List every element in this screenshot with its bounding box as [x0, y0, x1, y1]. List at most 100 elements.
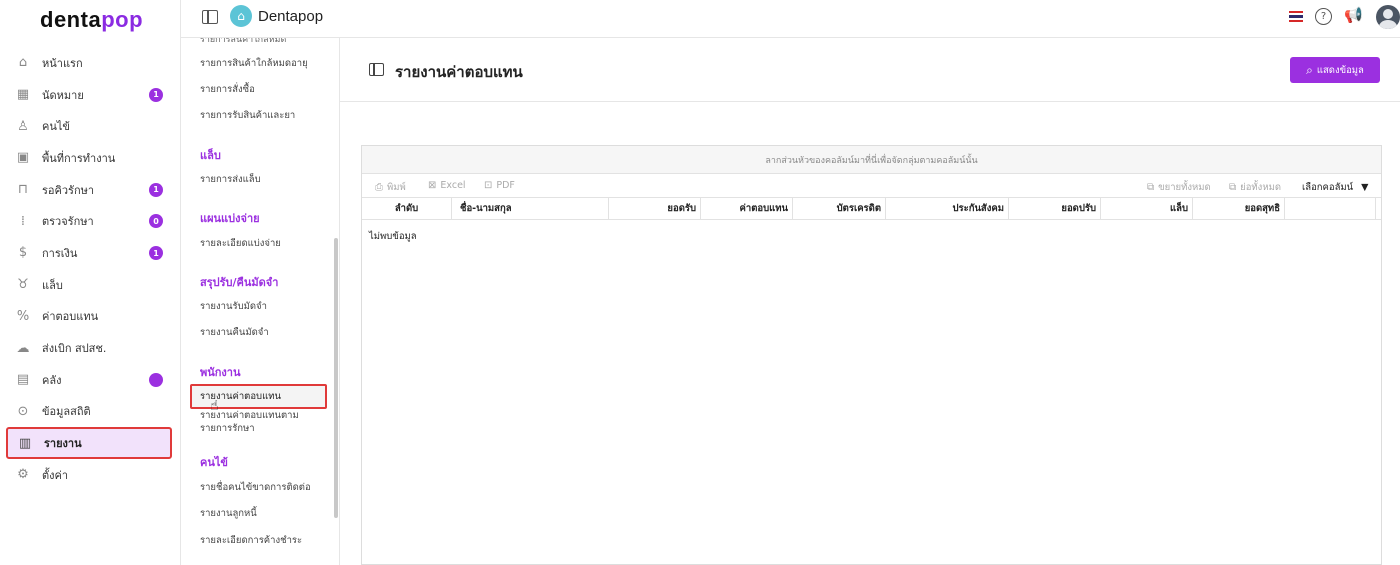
sidebar-item-reports[interactable]: ▥ รายงาน — [6, 427, 172, 459]
printer-icon: ⎙ — [375, 182, 383, 193]
submenu-link[interactable]: รายการสินค้าใกล้หมดอายุ — [200, 56, 308, 71]
sidebar: dentapop ⌂ หน้าแรก ▦ นัดหมาย 1 ♙ คนไข้ ▣ พื้น… — [0, 0, 181, 565]
sidebar-nav: ⌂ หน้าแรก ▦ นัดหมาย 1 ♙ คนไข้ ▣ พื้นที่การทำง… — [6, 47, 172, 491]
sidebar-item-finance[interactable]: $ การเงิน 1 — [6, 237, 172, 269]
collapse-all-label: ย่อทั้งหมด — [1240, 182, 1282, 193]
expand-all-button[interactable]: ⧉ ขยายทั้งหมด — [1147, 180, 1211, 195]
column-header[interactable]: ค่าตอบแทน — [701, 198, 793, 219]
sidebar-item-workspace[interactable]: ▣ พื้นที่การทำงาน — [6, 142, 172, 174]
submenu-link[interactable]: รายงานลูกหนี้ — [200, 506, 257, 521]
column-header[interactable]: แล็บ — [1101, 198, 1193, 219]
submenu-heading: สรุปรับ/คืนมัดจำ — [200, 276, 279, 289]
sidebar-item-label: รายงาน — [44, 437, 82, 451]
print-button[interactable]: ⎙ พิมพ์ — [375, 180, 406, 195]
sidebar-item-label: ตั้งค่า — [42, 468, 69, 482]
pdf-label: PDF — [496, 180, 515, 191]
submenu-link[interactable]: รายการสินค้าใกล้หมด — [200, 38, 286, 46]
sidebar-item-label: นัดหมาย — [42, 88, 84, 102]
submenu-link[interactable]: รายละเอียดแบ่งจ่าย — [200, 236, 281, 251]
box-icon: ▤ — [16, 372, 30, 388]
sidebar-item-label: ข้อมูลสถิติ — [42, 405, 91, 419]
sidebar-item-settings[interactable]: ⚙ ตั้งค่า — [6, 459, 172, 491]
expand-icon: ⧉ — [1147, 182, 1155, 193]
submenu-link[interactable]: รายการรับสินค้าและยา — [200, 108, 295, 123]
mouse-cursor-icon: ☝ — [210, 398, 219, 414]
submenu-link[interactable]: รายการสั่งซื้อ — [200, 82, 255, 97]
sidebar-item-patients[interactable]: ♙ คนไข้ — [6, 110, 172, 142]
page-title: รายงานค่าตอบแทน — [395, 63, 523, 81]
choose-columns-label: เลือกคอลัมน์ — [1302, 182, 1354, 193]
sidebar-item-lab[interactable]: ♉ แล็บ — [6, 269, 172, 301]
report-icon: ▥ — [18, 435, 32, 451]
group-panel[interactable]: ลากส่วนหัวของคอลัมน์มาที่นี่เพื่อจัดกลุ่… — [362, 146, 1381, 174]
column-header[interactable]: ยอดรับ — [609, 198, 701, 219]
pdf-button[interactable]: ⊡ PDF — [484, 180, 515, 191]
submenu-scrollbar[interactable] — [334, 238, 338, 518]
submenu-link[interactable]: รายงานคืนมัดจำ — [200, 325, 269, 340]
avatar[interactable] — [1376, 5, 1400, 29]
column-header[interactable]: บัตรเครดิต — [793, 198, 886, 219]
column-header[interactable]: ประกันสังคม — [886, 198, 1009, 219]
sidebar-item-inventory[interactable]: ▤ คลัง • — [6, 364, 172, 396]
sidebar-item-label: การเงิน — [42, 246, 78, 260]
tooth-icon: ♉ — [17, 277, 29, 293]
workspace-icon: ▣ — [16, 150, 30, 166]
grid-header-row: ลำดับ ชื่อ-นามสกุล ยอดรับ ค่าตอบแทน บัตร… — [362, 198, 1381, 220]
count-badge: 0 — [149, 214, 163, 229]
sidebar-item-statistics[interactable]: ⊙ ข้อมูลสถิติ — [6, 396, 172, 428]
sidebar-item-label: แล็บ — [42, 278, 63, 292]
submenu-link[interactable]: รายงานรับมัดจำ — [200, 299, 267, 314]
sidebar-item-appointments[interactable]: ▦ นัดหมาย 1 — [6, 79, 172, 111]
submenu-heading: แผนแบ่งจ่าย — [200, 212, 260, 225]
page-header: รายงานค่าตอบแทน ⌕ แสดงข้อมูล — [340, 39, 1400, 102]
sidebar-item-label: ตรวจรักษา — [42, 215, 94, 229]
sidebar-item-label: ส่งเบิก สปสช. — [42, 342, 107, 356]
excel-label: Excel — [440, 180, 466, 191]
sidebar-toggle-icon[interactable] — [202, 10, 218, 24]
show-data-button[interactable]: ⌕ แสดงข้อมูล — [1290, 57, 1380, 83]
sofa-icon: ⊓ — [17, 182, 29, 198]
column-header[interactable]: ชื่อ-นามสกุล — [452, 198, 609, 219]
report-submenu: รายการสินค้าใกล้หมด รายการสินค้าใกล้หมดอ… — [182, 38, 340, 565]
no-data-message: ไม่พบข้อมูล — [369, 231, 417, 242]
sidebar-item-queue[interactable]: ⊓ รอคิวรักษา 1 — [6, 174, 172, 206]
count-badge: 1 — [149, 182, 163, 197]
column-header[interactable]: ยอดปรับ — [1009, 198, 1101, 219]
column-header-empty — [1285, 198, 1376, 219]
dental-tools-icon: ⁞ — [20, 213, 26, 229]
thai-flag-icon[interactable] — [1289, 11, 1303, 22]
column-header[interactable]: ลำดับ — [362, 198, 452, 219]
panel-icon — [369, 63, 384, 76]
sidebar-item-home[interactable]: ⌂ หน้าแรก — [6, 47, 172, 79]
count-badge: 1 — [149, 246, 163, 261]
help-icon[interactable]: ? — [1315, 8, 1332, 25]
excel-button[interactable]: ⊠ Excel — [428, 180, 466, 191]
collapse-all-button[interactable]: ⧉ ย่อทั้งหมด — [1229, 180, 1281, 195]
report-grid: ลากส่วนหัวของคอลัมน์มาที่นี่เพื่อจัดกลุ่… — [361, 145, 1382, 565]
show-data-label: แสดงข้อมูล — [1316, 64, 1364, 76]
top-bar: ⌂ Dentapop ? 📢 — [181, 0, 1400, 38]
choose-columns-dropdown[interactable]: เลือกคอลัมน์ ▼ — [1302, 180, 1368, 195]
calendar-icon: ▦ — [16, 87, 30, 103]
home-icon: ⌂ — [18, 55, 28, 71]
sidebar-item-compensation[interactable]: % ค่าตอบแทน — [6, 301, 172, 333]
count-badge: 1 — [149, 87, 163, 102]
dot-badge: • — [149, 372, 163, 387]
collapse-icon: ⧉ — [1229, 182, 1237, 193]
brand-logo[interactable]: dentapop — [40, 7, 143, 33]
submenu-heading: พนักงาน — [200, 366, 241, 379]
user-icon: ♙ — [17, 118, 29, 134]
sidebar-item-label: คลัง — [42, 373, 62, 387]
cloud-icon: ☁ — [16, 340, 30, 356]
submenu-link[interactable]: รายละเอียดการค้างชำระ — [200, 533, 302, 548]
sidebar-item-claims[interactable]: ☁ ส่งเบิก สปสช. — [6, 332, 172, 364]
submenu-link[interactable]: รายการส่งแล็บ — [200, 172, 261, 187]
app-title: Dentapop — [258, 8, 324, 25]
submenu-link[interactable]: รายชื่อคนไข้ขาดการติดต่อ — [200, 480, 311, 495]
megaphone-icon[interactable]: 📢 — [1344, 6, 1363, 24]
sidebar-item-label: หน้าแรก — [42, 56, 83, 70]
money-hand-icon: $ — [18, 245, 28, 261]
sidebar-item-label: คนไข้ — [42, 120, 70, 134]
sidebar-item-treatment[interactable]: ⁞ ตรวจรักษา 0 — [6, 205, 172, 237]
column-header[interactable]: ยอดสุทธิ — [1193, 198, 1285, 219]
